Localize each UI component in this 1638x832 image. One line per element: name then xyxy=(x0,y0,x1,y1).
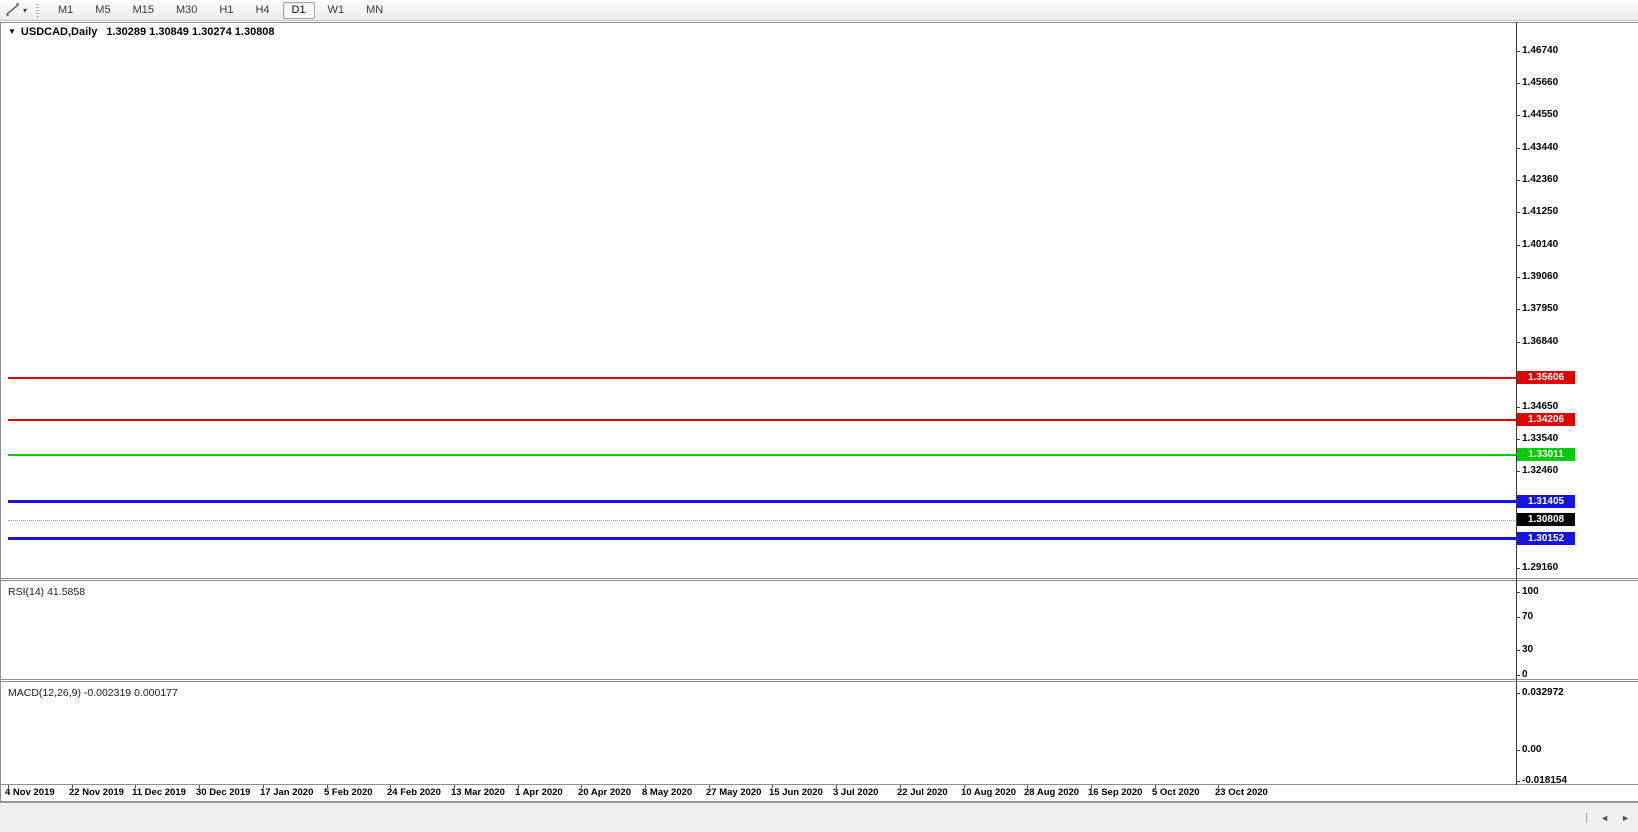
pane-splitter[interactable] xyxy=(0,580,1638,581)
tab-separator: | xyxy=(1585,812,1589,824)
tab-scroll-arrows: | ◄ ► xyxy=(1575,803,1630,832)
date-axis-label: 13 Mar 2020 xyxy=(451,787,505,798)
price-line-label: 1.34206 xyxy=(1517,412,1575,426)
date-axis-label: 23 Oct 2020 xyxy=(1215,787,1268,798)
date-axis-label: 22 Nov 2019 xyxy=(69,787,124,798)
date-axis-label: 22 Jul 2020 xyxy=(897,787,948,798)
toolbar-grip-handle[interactable] xyxy=(36,3,40,17)
price-axis-label: 1.29160 xyxy=(1515,562,1559,573)
window-top-border xyxy=(0,22,1638,23)
horizontal-price-line[interactable] xyxy=(8,537,1516,541)
price-axis-label: 1.34650 xyxy=(1515,400,1559,412)
price-axis-label: 1.41250 xyxy=(1515,206,1559,218)
tab-scroll-right-icon[interactable]: ► xyxy=(1621,813,1630,823)
mt4-window: ▾ M1 M5 M15 M30 H1 H4 D1 W1 MN ▼ USDCAD,Daily 1.30… xyxy=(0,0,1638,832)
horizontal-price-line[interactable] xyxy=(8,500,1516,504)
date-axis-label: 15 Jun 2020 xyxy=(769,787,823,798)
price-axis-label: 1.46740 xyxy=(1515,44,1559,56)
current-price-label: 1.30808 xyxy=(1517,512,1575,526)
pane-splitter[interactable] xyxy=(0,681,1638,682)
price-line-label: 1.33011 xyxy=(1517,447,1575,461)
tool-dropdown-caret[interactable]: ▾ xyxy=(23,6,27,15)
price-axis-label: 1.44550 xyxy=(1515,109,1559,121)
candlestick-chart-canvas[interactable] xyxy=(0,24,1516,578)
rsi-axis-label: 70 xyxy=(1515,610,1534,622)
price-axis-label: 1.39060 xyxy=(1515,270,1559,282)
macd-label: MACD(12,26,9) -0.002319 0.000177 xyxy=(8,687,178,699)
rsi-axis-label: 30 xyxy=(1515,644,1534,656)
date-axis-label: 20 Apr 2020 xyxy=(578,787,631,798)
price-axis-label: 1.40140 xyxy=(1515,239,1559,251)
date-axis-label: 16 Sep 2020 xyxy=(1088,787,1143,798)
current-price-line xyxy=(8,519,1516,521)
date-axis-label: 3 Jul 2020 xyxy=(833,787,879,798)
chart-title: ▼ USDCAD,Daily 1.30289 1.30849 1.30274 1.3… xyxy=(8,26,275,38)
price-axis-label: 1.36840 xyxy=(1515,336,1559,348)
date-axis-label: 17 Jan 2020 xyxy=(260,787,314,798)
price-axis-divider xyxy=(1516,22,1517,785)
date-axis-label: 5 Oct 2020 xyxy=(1152,787,1200,798)
chart-tabbar: | ◄ ► xyxy=(0,802,1638,832)
timeframe-button-h1[interactable]: H1 xyxy=(210,2,242,19)
macd-axis-label: -0.018154 xyxy=(1515,775,1568,787)
price-line-label: 1.31405 xyxy=(1517,494,1575,508)
price-axis-label: 1.42360 xyxy=(1515,173,1559,185)
timeframe-button-m15[interactable]: M15 xyxy=(124,2,163,19)
timeframe-button-m5[interactable]: M5 xyxy=(86,2,119,19)
window-left-border xyxy=(0,22,1,802)
timeframe-buttons: M1 M5 M15 M30 H1 H4 D1 W1 MN xyxy=(47,1,394,19)
pane-splitter[interactable] xyxy=(0,679,1638,680)
horizontal-price-line[interactable] xyxy=(8,377,1516,380)
timeframe-button-m1[interactable]: M1 xyxy=(49,2,82,19)
date-axis-label: 8 May 2020 xyxy=(642,787,693,798)
tab-scroll-left-icon[interactable]: ◄ xyxy=(1600,813,1609,823)
date-axis-label: 28 Aug 2020 xyxy=(1024,787,1080,798)
pane-splitter[interactable] xyxy=(0,578,1638,579)
date-axis-label: 24 Feb 2020 xyxy=(387,787,441,798)
date-axis-label: 30 Dec 2019 xyxy=(196,787,251,798)
price-axis-label: 1.32460 xyxy=(1515,464,1559,476)
rsi-axis-label: 0 xyxy=(1516,669,1528,680)
rsi-axis-label: 100 xyxy=(1516,586,1539,597)
macd-axis-label: 0.00 xyxy=(1515,744,1542,755)
price-line-label: 1.35606 xyxy=(1517,371,1575,385)
chart-ohlc-quote: 1.30289 1.30849 1.30274 1.30808 xyxy=(106,26,275,38)
date-axis-label: 27 May 2020 xyxy=(706,787,762,798)
date-axis-label: 1 Apr 2020 xyxy=(515,787,563,798)
price-line-label: 1.30152 xyxy=(1517,531,1575,545)
symbol-caret-icon: ▼ xyxy=(8,27,16,36)
price-axis-label: 1.37950 xyxy=(1515,303,1559,315)
date-axis-label: 4 Nov 2019 xyxy=(5,787,55,798)
crosshair-tool-icon[interactable] xyxy=(3,2,23,18)
timeframe-button-m30[interactable]: M30 xyxy=(167,2,206,19)
price-axis-label: 1.45660 xyxy=(1515,76,1559,88)
date-axis-label: 5 Feb 2020 xyxy=(324,787,373,798)
date-axis-label: 10 Aug 2020 xyxy=(961,787,1017,798)
timeframe-button-mn[interactable]: MN xyxy=(357,2,392,19)
price-axis-label: 1.33540 xyxy=(1515,433,1559,445)
macd-axis-label: 0.032972 xyxy=(1516,687,1564,699)
timeframe-button-h4[interactable]: H4 xyxy=(246,2,278,19)
rsi-label: RSI(14) 41.5858 xyxy=(8,586,86,598)
timeframe-button-d1[interactable]: D1 xyxy=(282,1,315,19)
horizontal-price-line[interactable] xyxy=(8,418,1516,421)
timeframe-button-w1[interactable]: W1 xyxy=(319,2,354,19)
date-axis-label: 11 Dec 2019 xyxy=(132,787,186,798)
macd-indicator-canvas[interactable] xyxy=(0,682,1516,785)
chart-symbol: USDCAD,Daily xyxy=(20,26,98,38)
timeframe-toolbar: ▾ M1 M5 M15 M30 H1 H4 D1 W1 MN xyxy=(0,0,1638,21)
price-axis-label: 1.43440 xyxy=(1515,142,1559,154)
horizontal-price-line[interactable] xyxy=(8,453,1516,456)
rsi-indicator-canvas[interactable] xyxy=(0,581,1516,679)
time-axis-border xyxy=(0,784,1638,785)
